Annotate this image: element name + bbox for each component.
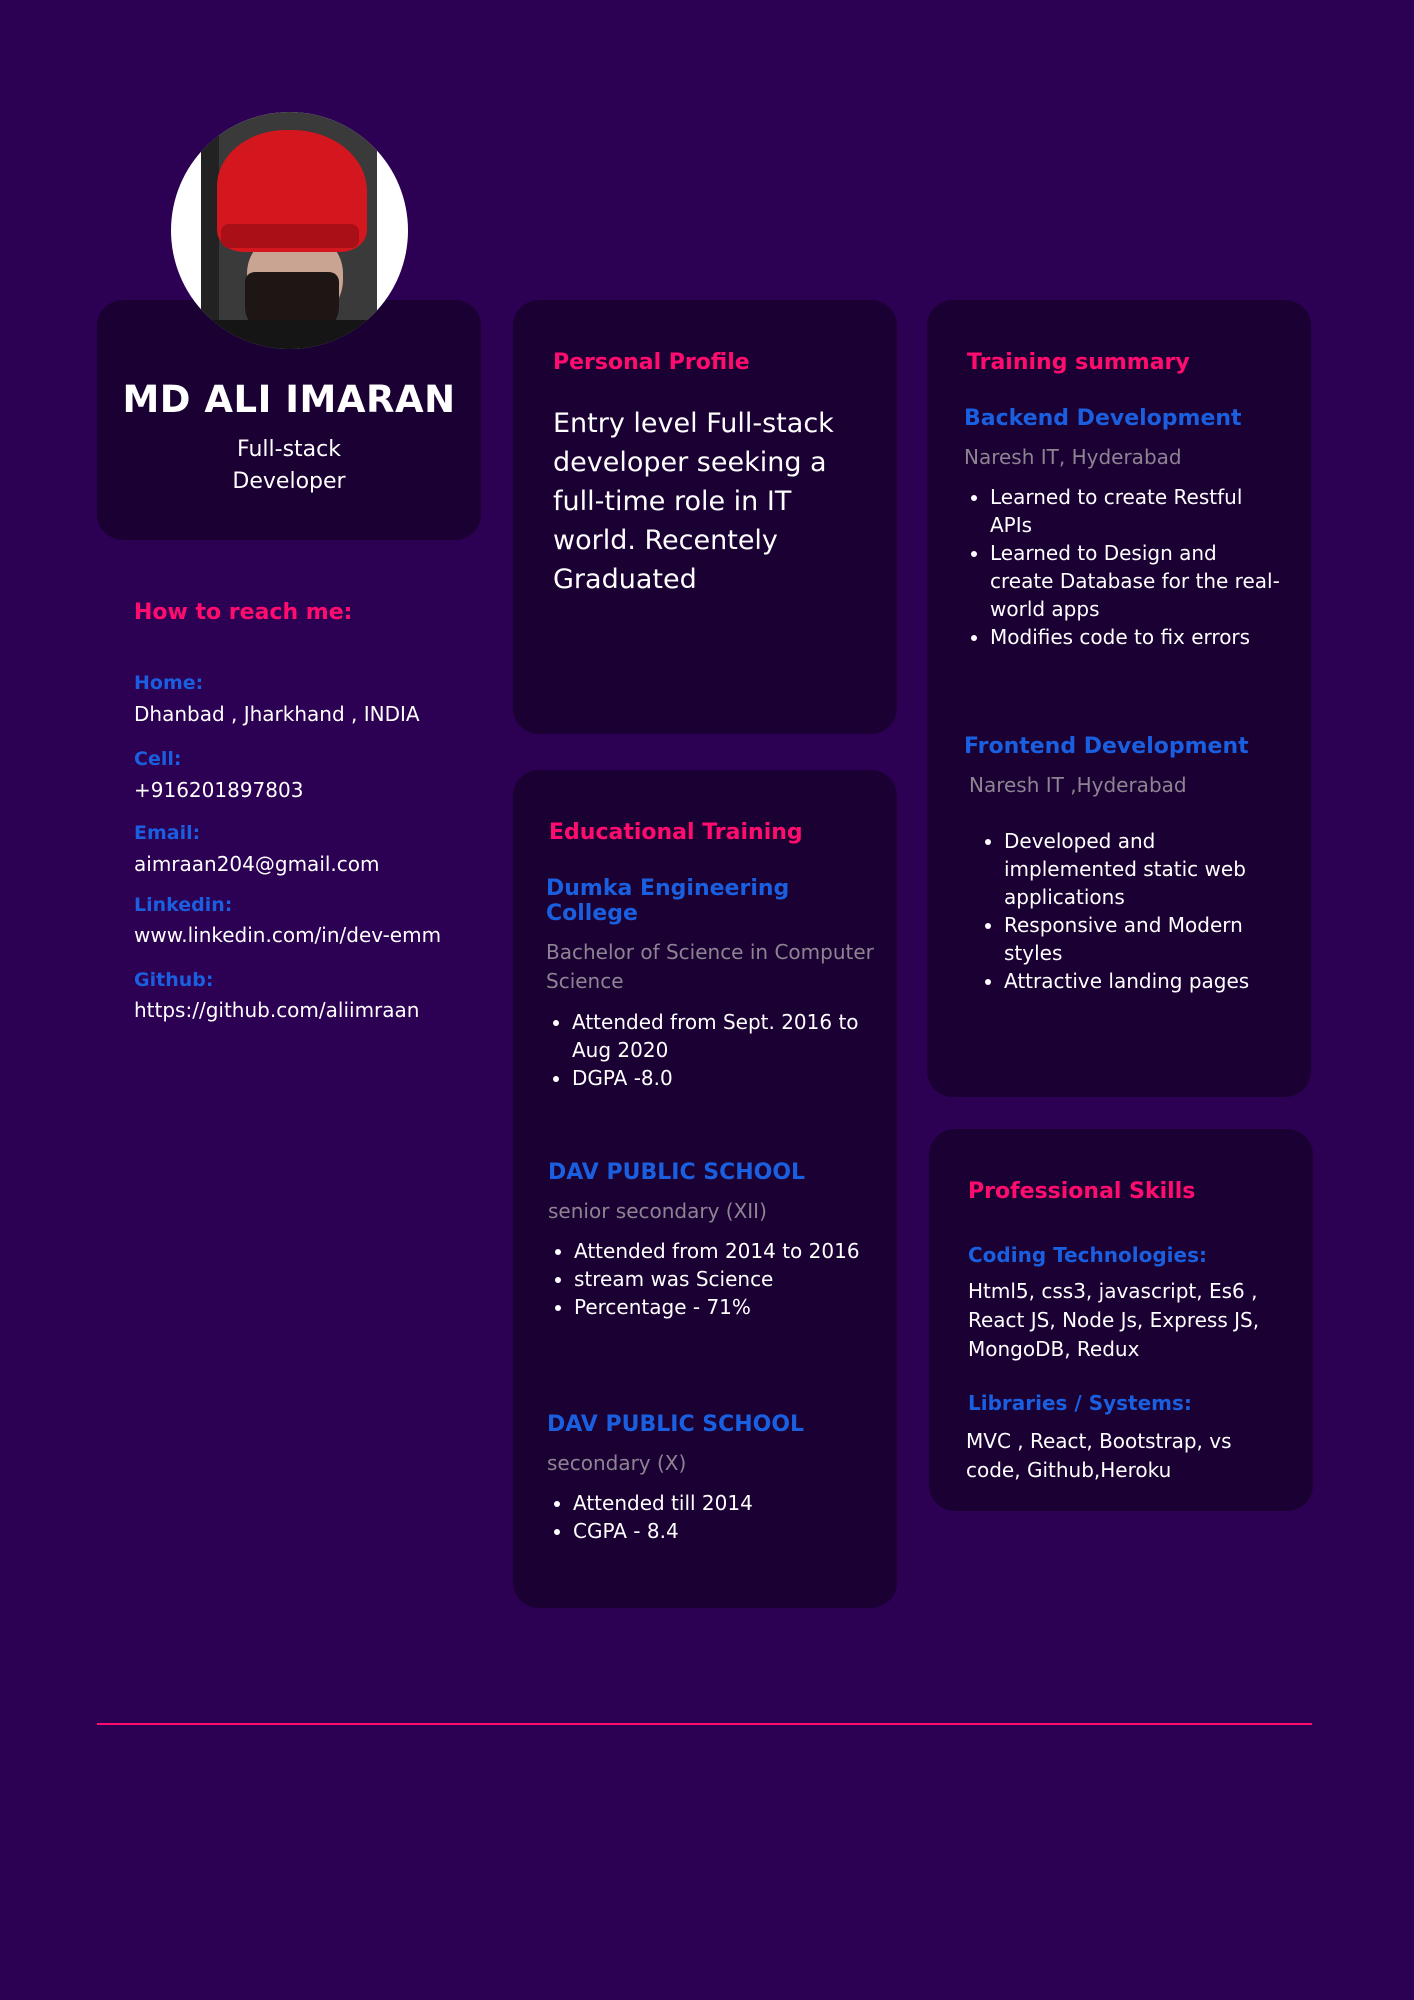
coding-technologies-value: Html5, css3, javascript, Es6 , React JS,… xyxy=(968,1279,1260,1361)
degree-text: Bachelor of Science in Computer Science xyxy=(546,940,874,993)
school-name: DAV PUBLIC SCHOOL xyxy=(547,1412,805,1437)
libraries-systems-label: Libraries / Systems: xyxy=(968,1391,1192,1415)
personal-profile-card: Personal Profile Entry level Full-stack … xyxy=(513,300,897,734)
training-place: Naresh IT ,Hyderabad xyxy=(969,773,1187,797)
person-name: MD ALI IMARAN xyxy=(122,378,456,421)
contact-title: How to reach me: xyxy=(134,600,353,625)
school-name: DAV PUBLIC SCHOOL xyxy=(548,1160,806,1185)
contact-section: How to reach me: Home: Dhanbad , Jharkha… xyxy=(134,600,464,1022)
libraries-systems-value: MVC , React, Bootstrap, vs code, Github,… xyxy=(966,1429,1232,1482)
training-entry-frontend: Frontend Development Naresh IT ,Hyderaba… xyxy=(964,734,1284,995)
education-entry: DAV PUBLIC SCHOOL senior secondary (XII)… xyxy=(548,1160,878,1321)
profile-photo xyxy=(171,112,408,349)
job-role-line-2: Developer xyxy=(232,469,346,494)
coding-technologies-label: Coding Technologies: xyxy=(968,1243,1207,1267)
training-summary-card: Training summary Backend Development Nar… xyxy=(927,300,1311,1097)
cell-label: Cell: xyxy=(134,748,182,770)
list-item: Responsive and Modern styles xyxy=(1004,911,1284,967)
education-entry: Dumka Engineering College Bachelor of Sc… xyxy=(546,876,876,1092)
education-details-list: Attended till 2014 CGPA - 8.4 xyxy=(547,1489,877,1545)
linkedin-link[interactable]: www.linkedin.com/in/dev-emm xyxy=(134,923,441,947)
list-item: stream was Science xyxy=(574,1265,878,1293)
training-entry-backend: Backend Development Naresh IT, Hyderabad… xyxy=(964,406,1284,651)
list-item: Modifies code to fix errors xyxy=(990,623,1284,651)
training-heading: Backend Development xyxy=(964,406,1242,431)
shirt-shape xyxy=(211,320,371,349)
professional-skills-card: Professional Skills Coding Technologies:… xyxy=(929,1129,1313,1511)
training-heading: Frontend Development xyxy=(964,734,1249,759)
list-item: Percentage - 71% xyxy=(574,1293,878,1321)
degree-text: senior secondary (XII) xyxy=(548,1199,767,1223)
list-item: Attended from 2014 to 2016 xyxy=(574,1237,878,1265)
email-link[interactable]: aimraan204@gmail.com xyxy=(134,852,380,876)
education-details-list: Attended from 2014 to 2016 stream was Sc… xyxy=(548,1237,878,1321)
github-link[interactable]: https://github.com/aliimraan xyxy=(134,998,419,1022)
list-item: Learned to Design and create Database fo… xyxy=(990,539,1284,623)
education-card: Educational Training Dumka Engineering C… xyxy=(513,770,897,1608)
training-place: Naresh IT, Hyderabad xyxy=(964,445,1182,469)
list-item: Attended from Sept. 2016 to Aug 2020 xyxy=(572,1008,876,1064)
email-label: Email: xyxy=(134,822,201,844)
education-details-list: Attended from Sept. 2016 to Aug 2020 DGP… xyxy=(546,1008,876,1092)
footer-divider xyxy=(97,1723,1312,1725)
school-name: Dumka Engineering College xyxy=(546,876,790,926)
list-item: Attended till 2014 xyxy=(573,1489,877,1517)
github-label: Github: xyxy=(134,969,214,991)
training-details-list: Developed and implemented static web app… xyxy=(964,827,1284,995)
list-item: DGPA -8.0 xyxy=(572,1064,876,1092)
professional-skills-title: Professional Skills xyxy=(968,1179,1196,1204)
list-item: Attractive landing pages xyxy=(1004,967,1284,995)
list-item: CGPA - 8.4 xyxy=(573,1517,877,1545)
linkedin-label: Linkedin: xyxy=(134,894,233,916)
photo-image xyxy=(201,112,377,349)
beanie-band-shape xyxy=(221,224,359,248)
training-summary-title: Training summary xyxy=(967,350,1190,375)
cell-value: +916201897803 xyxy=(134,778,304,802)
job-role-line-1: Full-stack xyxy=(237,437,341,462)
job-role: Full-stack Developer xyxy=(97,434,481,498)
home-value: Dhanbad , Jharkhand , INDIA xyxy=(134,702,420,726)
degree-text: secondary (X) xyxy=(547,1451,687,1475)
home-label: Home: xyxy=(134,672,204,694)
personal-profile-text: Entry level Full-stack developer seeking… xyxy=(553,408,834,595)
personal-profile-title: Personal Profile xyxy=(553,350,750,375)
education-title: Educational Training xyxy=(549,820,803,845)
training-details-list: Learned to create Restful APIs Learned t… xyxy=(964,483,1284,651)
list-item: Learned to create Restful APIs xyxy=(990,483,1284,539)
list-item: Developed and implemented static web app… xyxy=(1004,827,1284,911)
education-entry: DAV PUBLIC SCHOOL secondary (X) Attended… xyxy=(547,1412,877,1545)
